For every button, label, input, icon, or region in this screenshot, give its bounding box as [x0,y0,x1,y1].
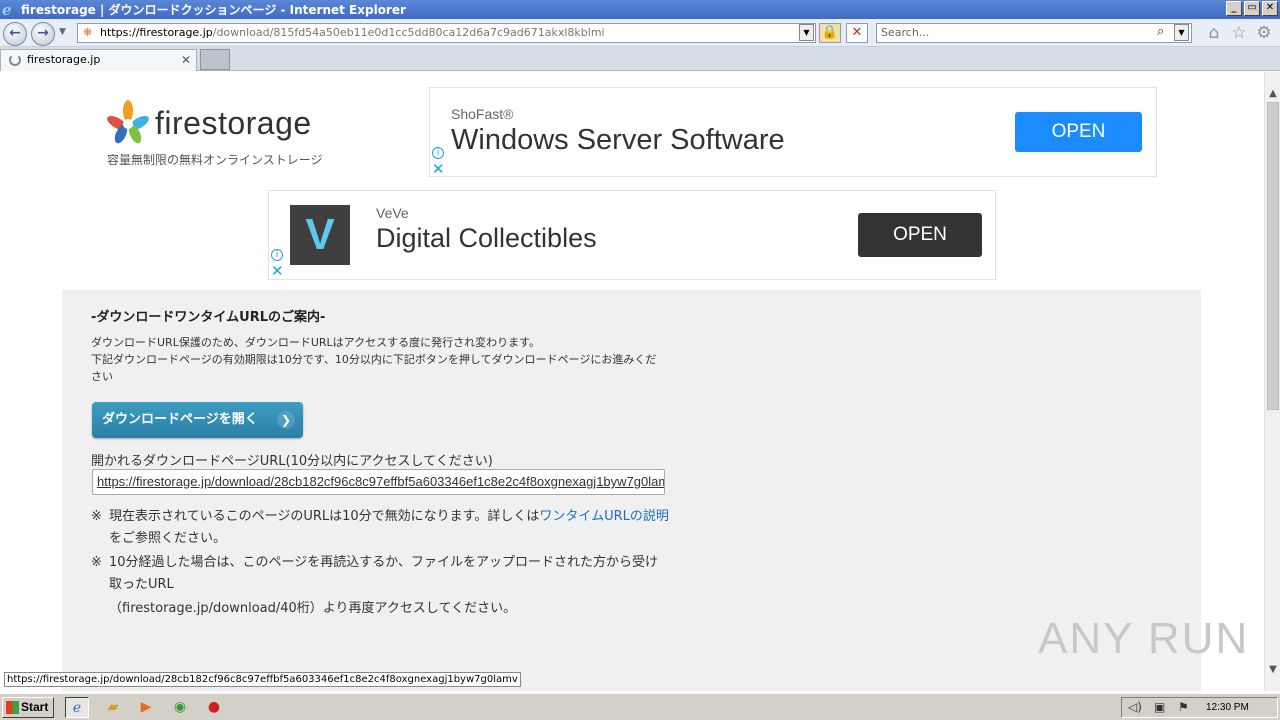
system-tray: ◁) ▣ ⚑ [1121,697,1278,718]
panel-desc-line1: ダウンロードURL保護のため、ダウンロードURLはアクセスする度に発行され変わり… [91,336,540,349]
gear-icon[interactable]: ⚙ [1254,23,1274,43]
minimize-button[interactable]: _ [1226,1,1242,16]
window-controls: _ ▭ ✕ [1226,1,1278,16]
ad-headline: Windows Server Software [451,124,785,156]
panel-description: ダウンロードURL保護のため、ダウンロードURLはアクセスする度に発行され変わり… [91,334,666,385]
forward-button[interactable]: → [31,22,55,46]
tab-label: firestorage.jp [27,53,101,66]
tab-bar: firestorage.jp ✕ [0,47,1280,71]
note-mark: ※ [91,509,102,524]
maximize-button[interactable]: ▭ [1244,1,1260,16]
new-tab-button[interactable] [200,49,230,70]
onetime-url-help-link[interactable]: ワンタイムURLの説明 [539,509,669,524]
note-mark: ※ [91,555,102,570]
note2-line2: （firestorage.jp/download/40桁）より再度アクセスしてく… [109,601,517,616]
note1-suffix: をご参照ください。 [109,531,227,546]
veve-logo: V [290,205,350,265]
vertical-scrollbar[interactable]: ▲ ▼ [1264,72,1280,691]
ad-brand: ShoFast® [451,106,514,122]
taskbar-folder-icon[interactable]: ▰ [101,697,125,718]
url-label: 開かれるダウンロードページURL(10分以内にアクセスしてください) [91,454,493,469]
ad-brand: VeVe [376,205,409,221]
download-url-field[interactable]: https://firestorage.jp/download/28cb182c… [92,469,665,495]
scroll-down-icon[interactable]: ▼ [1267,664,1279,676]
ad-open-button[interactable]: OPEN [1015,112,1142,152]
taskbar-chrome-icon[interactable]: ◉ [168,697,192,718]
search-input[interactable]: Search... [876,23,1192,43]
lock-icon[interactable]: 🔒 [819,23,841,43]
tab-firestorage[interactable]: firestorage.jp ✕ [0,49,197,71]
ad-open-button[interactable]: OPEN [858,213,982,257]
page-content: firestorage 容量無制限の無料オンラインストレージ ShoFast® … [0,72,1264,691]
tab-close-icon[interactable]: ✕ [181,50,191,70]
open-download-page-label: ダウンロードページを開く [102,412,258,427]
screen: e firestorage | ダウンロードクッションページ - Interne… [0,0,1280,720]
site-logo[interactable]: firestorage [105,99,355,149]
history-dropdown-icon[interactable]: ▼ [59,27,66,37]
flower-logo-icon [107,100,149,144]
status-url-tooltip: https://firestorage.jp/download/28cb182c… [4,672,521,687]
start-button[interactable]: Start [2,697,54,718]
ad-close-icon[interactable]: ✕ [271,264,284,279]
address-bar[interactable]: ❋ https://firestorage.jp/download/815fd5… [77,23,816,43]
address-path: /download/815fd54a50eb11e0d1cc5dd80ca12d… [212,26,605,39]
search-dropdown-icon[interactable]: ▼ [1174,24,1189,41]
favorites-star-icon[interactable]: ☆ [1229,23,1249,43]
ad-info-icon[interactable]: i [432,147,444,159]
logo-text: firestorage [155,105,312,141]
close-window-button[interactable]: ✕ [1262,1,1278,16]
volume-icon[interactable]: ◁) [1128,700,1142,714]
ad-info-icon[interactable]: i [271,249,283,261]
note1-text: 現在表示されているこのページのURLは10分で無効になります。詳しくは [109,509,540,524]
taskbar-security-icon[interactable]: ● [202,697,226,718]
favicon-icon: ❋ [83,26,93,39]
note2-text: 10分経過した場合は、このページを再読込するか、ファイルをアップロードされた方か… [109,555,659,592]
home-icon[interactable]: ⌂ [1204,23,1224,43]
loading-spinner-icon [9,54,21,66]
window-titlebar: e firestorage | ダウンロードクッションページ - Interne… [0,0,1280,19]
windows-flag-icon [6,701,19,714]
scroll-thumb[interactable] [1267,102,1279,410]
download-info-panel: -ダウンロードワンタイムURLのご案内- ダウンロードURL保護のため、ダウンロ… [62,290,1201,691]
address-dropdown-icon[interactable]: ▼ [799,24,814,41]
panel-desc-line2: 下記ダウンロードページの有効期限は10分です、10分以内に下記ボタンを押してダウ… [91,353,657,383]
site-tagline: 容量無制限の無料オンラインストレージ [107,153,323,167]
note-expired: ※ 10分経過した場合は、このページを再読込するか、ファイルをアップロードされた… [91,552,671,620]
start-label: Start [21,700,49,714]
chevron-right-icon: ❯ [277,411,295,429]
ad-close-icon[interactable]: ✕ [432,162,445,177]
window-title: firestorage | ダウンロードクッションページ - Internet … [21,3,406,17]
ad-banner-veve[interactable]: V VeVe Digital Collectibles OPEN i ✕ [268,190,996,280]
scroll-up-icon[interactable]: ▲ [1267,88,1279,100]
taskbar-clock[interactable]: 12:30 PM [1206,698,1249,717]
taskbar: Start e ▰ ▶ ◉ ● ◁) ▣ ⚑ 12:30 PM [0,693,1280,720]
address-host: https://firestorage.jp [100,26,213,39]
action-center-flag-icon[interactable]: ⚑ [1178,700,1189,714]
ie-logo-icon: e [2,0,12,19]
ad-headline: Digital Collectibles [376,223,597,253]
open-download-page-button[interactable]: ダウンロードページを開く ❯ [92,402,303,438]
panel-title: -ダウンロードワンタイムURLのご案内- [91,310,326,325]
network-icon[interactable]: ▣ [1154,700,1165,714]
ad-banner-shofast[interactable]: ShoFast® Windows Server Software OPEN i … [429,87,1157,177]
taskbar-ie-icon[interactable]: e [65,697,89,718]
taskbar-media-player-icon[interactable]: ▶ [134,697,158,718]
search-icon[interactable]: ⌕ [1157,24,1164,39]
note-onetime-url: ※ 現在表示されているこのページのURLは10分で無効になります。詳しくはワンタ… [91,506,671,550]
anyrun-watermark: ANY RUN [1038,614,1250,663]
back-button[interactable]: ← [3,22,27,46]
navigation-bar: ← → ▼ ❋ https://firestorage.jp/download/… [0,19,1280,47]
stop-icon[interactable]: ✕ [846,23,868,43]
